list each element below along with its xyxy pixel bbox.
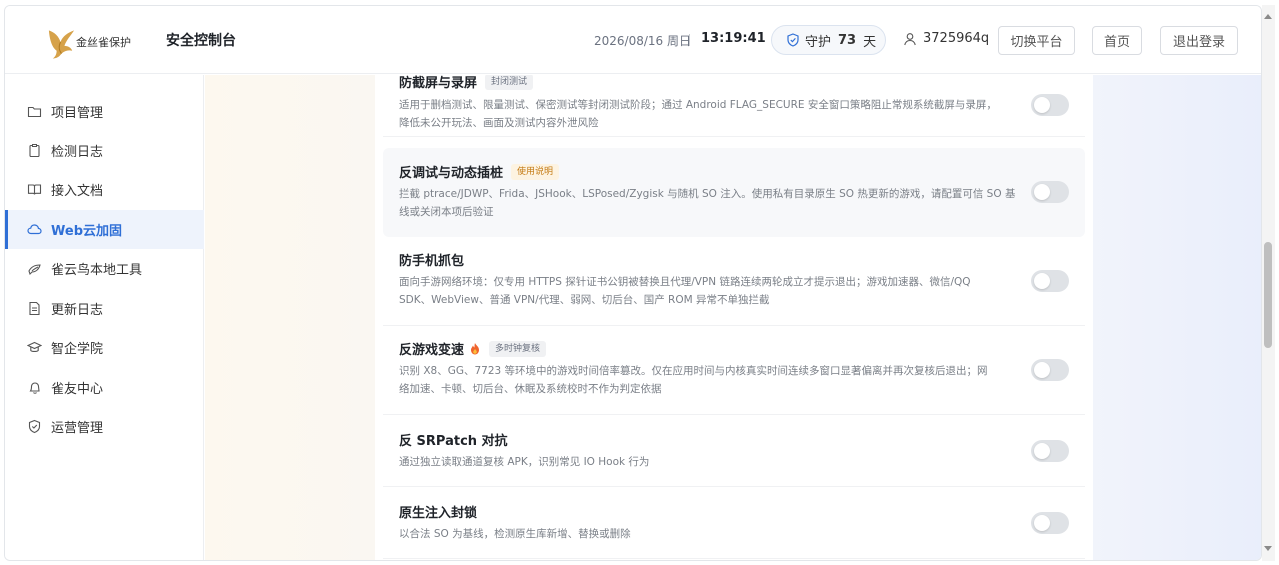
sidebar-item-label: Web云加固	[51, 224, 122, 239]
sidebar-item-label: 雀云鸟本地工具	[51, 263, 143, 278]
setting-desc-line: 以合法 SO 为基线，检测原生库新增、替换或删除	[399, 528, 631, 540]
shield-check-icon	[28, 419, 41, 434]
setting-description: 通过独立读取通道复核 APK，识别常见 IO Hook 行为	[399, 453, 1019, 471]
guard-unit: 天	[863, 34, 877, 50]
setting-toggle[interactable]	[1031, 359, 1069, 381]
setting-desc-line: 通过独立读取通道复核 APK，识别常见 IO Hook 行为	[399, 456, 650, 468]
setting-title-text: 反调试与动态插桩	[399, 166, 504, 181]
sidebar-item-label: 雀友中心	[51, 382, 104, 397]
setting-title: 反调试与动态插桩 使用说明	[399, 162, 560, 181]
setting-title-text: 防手机抓包	[399, 254, 465, 269]
setting-title-text: 原生注入封锁	[399, 506, 478, 521]
setting-desc-line: 识别 X8、GG、7723 等环境中的游戏时间倍率篡改。仅在应用时间与内核真实时…	[399, 365, 988, 377]
cloud-icon	[27, 224, 42, 235]
page-scrollbar[interactable]	[1262, 5, 1275, 561]
book-icon	[27, 184, 42, 195]
graduation-cap-icon	[27, 341, 42, 353]
scroll-down-arrow-icon[interactable]	[1264, 546, 1272, 551]
scroll-up-arrow-icon[interactable]	[1264, 14, 1272, 19]
username: 3725964q	[923, 31, 990, 46]
sidebar-item-academy[interactable]: 智企学院	[5, 328, 204, 367]
setting-title: 原生注入封锁	[399, 502, 477, 521]
top-header: 金丝雀保护 安全控制台 2026/08/16 周日 13:19:41 守护 73…	[5, 6, 1261, 74]
setting-description: 面向手游网络环境：仅专用 HTTPS 探针证书公钥被替换且代理/VPN 链路连续…	[399, 273, 1019, 309]
sidebar-item-label: 检测日志	[51, 145, 104, 160]
setting-description: 识别 X8、GG、7723 等环境中的游戏时间倍率篡改。仅在应用时间与内核真实时…	[399, 362, 1019, 398]
setting-toggle[interactable]	[1031, 181, 1069, 203]
home-button[interactable]: 首页	[1092, 26, 1142, 55]
setting-title: 反游戏变速 多时钟复核	[399, 339, 547, 358]
sidebar-item-community[interactable]: 雀友中心	[5, 368, 204, 407]
settings-panel: 防截屏与录屏 封闭测试 适用于删档测试、限量测试、保密测试等封闭测试阶段；通过 …	[375, 75, 1093, 560]
setting-desc-line: 降低未公开玩法、画面及测试内容外泄风险	[399, 117, 599, 129]
switch-platform-button[interactable]: 切换平台	[998, 26, 1075, 55]
sidebar-item-projects[interactable]: 项目管理	[5, 92, 204, 131]
setting-toggle[interactable]	[1031, 512, 1069, 534]
folder-icon	[27, 106, 42, 118]
setting-desc-line: SDK、WebView、普通 VPN/代理、弱网、切后台、国产 ROM 异常不单…	[399, 294, 770, 306]
brand-logo[interactable]: 金丝雀保护	[45, 22, 131, 62]
setting-title-text: 反游戏变速	[399, 343, 465, 358]
setting-desc-line: 络加速、卡顿、切后台、休眠及系统校时不作为判定依据	[399, 383, 662, 395]
sidebar-item-web-cloud-hardening[interactable]: Web云加固	[5, 210, 204, 249]
bell-icon	[29, 382, 40, 394]
sidebar: 项目管理 检测日志 接入文档 Web云加固 雀云鸟本地工具 更新日志 智企学院	[5, 75, 204, 560]
sidebar-item-local-tools[interactable]: 雀云鸟本地工具	[5, 249, 204, 288]
setting-description: 拦截 ptrace/JDWP、Frida、JSHook、LSPosed/Zygi…	[399, 185, 1019, 221]
setting-tag: 多时钟复核	[489, 340, 547, 357]
setting-desc-line: 适用于删档测试、限量测试、保密测试等封闭测试阶段；通过 Android FLAG…	[399, 99, 997, 111]
logo-text: 金丝雀保护	[76, 36, 131, 49]
sidebar-item-label: 更新日志	[51, 303, 104, 318]
date-display: 2026/08/16 周日	[594, 34, 691, 48]
setting-title: 反 SRPatch 对抗	[399, 430, 508, 449]
setting-card-anti-debug: 反调试与动态插桩 使用说明 拦截 ptrace/JDWP、Frida、JSHoo…	[383, 148, 1085, 237]
setting-toggle[interactable]	[1031, 94, 1069, 116]
user-icon	[904, 32, 916, 45]
setting-title: 防截屏与录屏 封闭测试	[399, 75, 534, 91]
divider	[689, 34, 690, 46]
setting-card-anti-speedhack: 反游戏变速 多时钟复核 识别 X8、GG、7723 等环境中的游戏时间倍率篡改。…	[383, 326, 1085, 415]
setting-toggle[interactable]	[1031, 440, 1069, 462]
sidebar-item-changelog[interactable]: 更新日志	[5, 289, 204, 328]
main-content: 防截屏与录屏 封闭测试 适用于删档测试、限量测试、保密测试等封闭测试阶段；通过 …	[205, 75, 1261, 560]
setting-card-native-injection-block: 原生注入封锁 以合法 SO 为基线，检测原生库新增、替换或删除	[383, 487, 1085, 559]
user-account[interactable]: 3725964q	[903, 31, 989, 46]
setting-toggle[interactable]	[1031, 270, 1069, 292]
bird-icon	[28, 264, 41, 276]
setting-card-anti-screenshot: 防截屏与录屏 封闭测试 适用于删档测试、限量测试、保密测试等封闭测试阶段；通过 …	[383, 75, 1085, 137]
document-icon	[29, 301, 40, 316]
setting-title: 防手机抓包	[399, 250, 464, 269]
fire-icon	[471, 343, 480, 355]
page-title: 安全控制台	[166, 33, 236, 49]
setting-title-text: 反 SRPatch 对抗	[399, 434, 508, 449]
setting-desc-line: 拦截 ptrace/JDWP、Frida、JSHook、LSPosed/Zygi…	[399, 188, 1016, 200]
sidebar-item-docs[interactable]: 接入文档	[5, 170, 204, 209]
sidebar-item-label: 运营管理	[51, 421, 104, 436]
canary-bird-icon	[48, 30, 75, 59]
setting-description: 适用于删档测试、限量测试、保密测试等封闭测试阶段；通过 Android FLAG…	[399, 96, 1019, 132]
clipboard-icon	[29, 144, 40, 158]
setting-tag: 封闭测试	[485, 75, 534, 90]
setting-card-anti-capture: 防手机抓包 面向手游网络环境：仅专用 HTTPS 探针证书公钥被替换且代理/VP…	[383, 237, 1085, 326]
setting-description: 以合法 SO 为基线，检测原生库新增、替换或删除	[399, 525, 1019, 543]
usage-guide-link[interactable]: 使用说明	[511, 163, 560, 180]
guard-days-badge: 守护 73 天	[771, 25, 886, 55]
sidebar-item-detection-log[interactable]: 检测日志	[5, 131, 204, 170]
setting-title-text: 防截屏与录屏	[399, 76, 478, 91]
sidebar-item-label: 项目管理	[51, 106, 104, 121]
app-window: 金丝雀保护 安全控制台 2026/08/16 周日 13:19:41 守护 73…	[4, 5, 1262, 561]
shield-icon	[787, 33, 799, 47]
guard-days-count: 73	[838, 32, 857, 48]
sidebar-item-operations[interactable]: 运营管理	[5, 407, 204, 446]
setting-desc-line: 线或关闭本项后验证	[399, 206, 494, 218]
sidebar-item-label: 接入文档	[51, 184, 104, 199]
sidebar-item-label: 智企学院	[51, 342, 104, 357]
setting-card-anti-srpatch: 反 SRPatch 对抗 通过独立读取通道复核 APK，识别常见 IO Hook…	[383, 415, 1085, 487]
guard-label: 守护	[805, 34, 832, 50]
setting-desc-line: 面向手游网络环境：仅专用 HTTPS 探针证书公钥被替换且代理/VPN 链路连续…	[399, 276, 971, 288]
logout-button[interactable]: 退出登录	[1160, 26, 1238, 55]
clock-display: 13:19:41	[701, 31, 766, 46]
scrollbar-thumb[interactable]	[1264, 242, 1272, 348]
